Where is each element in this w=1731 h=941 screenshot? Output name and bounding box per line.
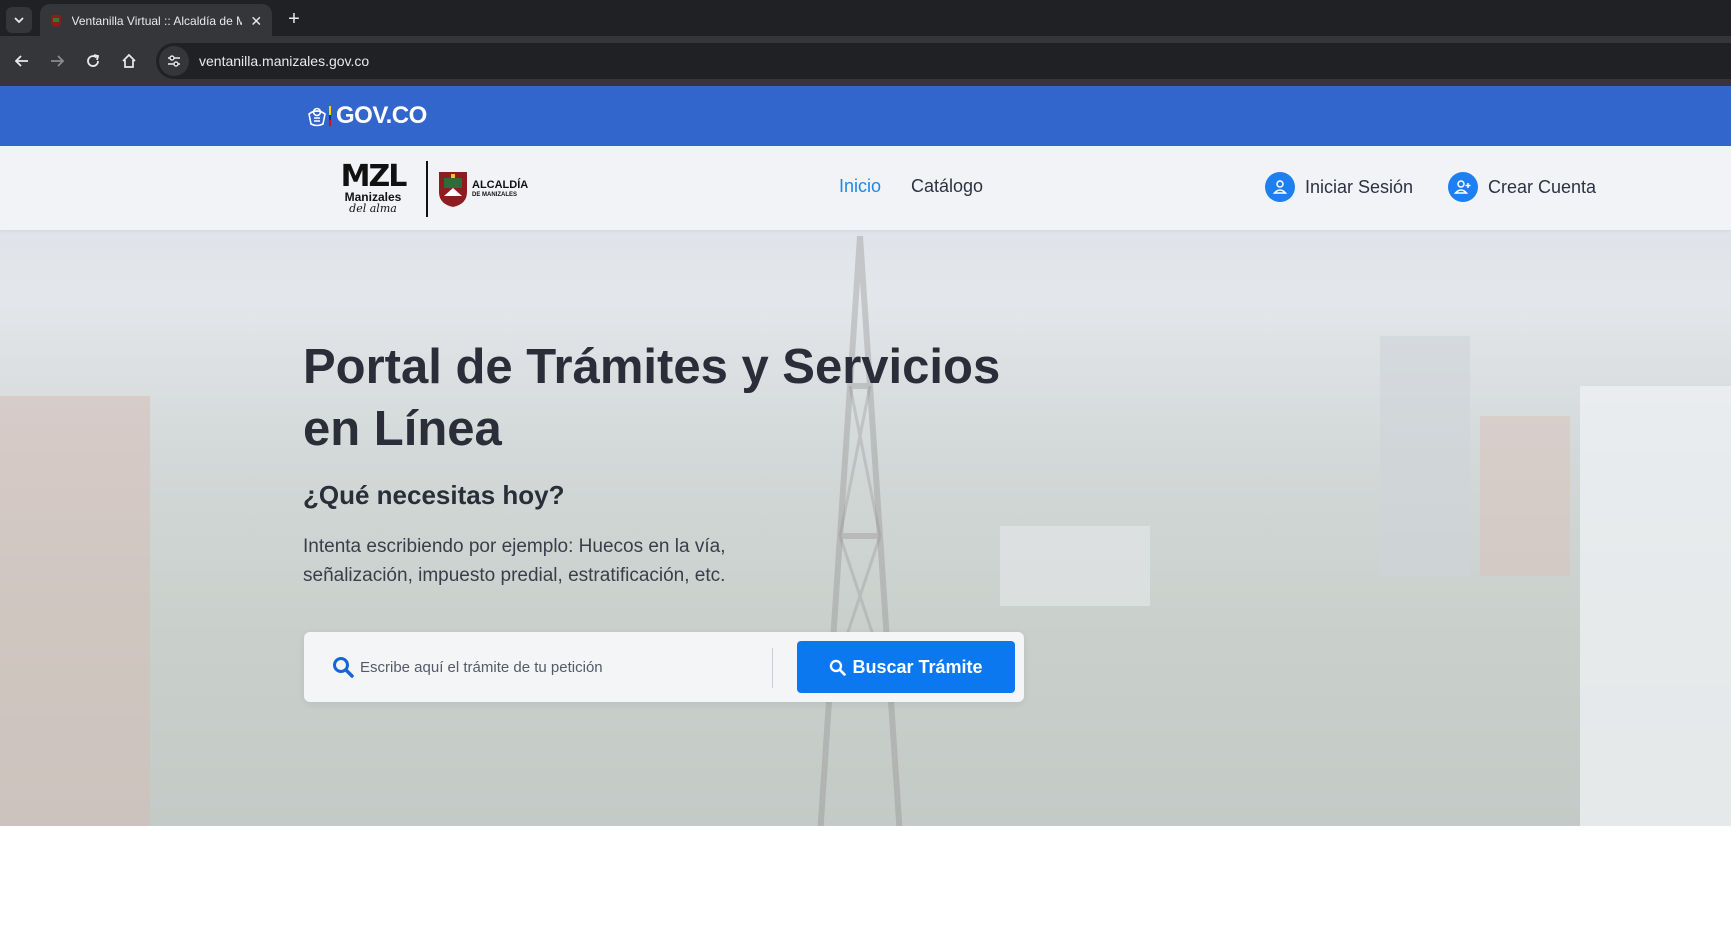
chevron-down-icon <box>14 17 24 24</box>
home-icon <box>122 53 136 68</box>
login-button[interactable]: Iniciar Sesión <box>1265 172 1413 202</box>
site-logo[interactable]: MZL Manizales del alma ALCALDÍA DE MANIZ… <box>330 160 530 218</box>
hero-subtitle: ¿Qué necesitas hoy? <box>303 480 565 510</box>
url-text: ventanilla.manizales.gov.co <box>199 53 370 69</box>
alcaldia-logo-text: ALCALDÍA DE MANIZALES <box>472 179 528 199</box>
background-building <box>1380 336 1470 576</box>
back-button[interactable] <box>10 49 34 73</box>
colombia-coat-of-arms-icon <box>308 107 326 127</box>
new-tab-button[interactable]: + <box>282 8 306 32</box>
alcaldia-line1: ALCALDÍA <box>472 179 529 191</box>
hero-description: Intenta escribiendo por ejemplo: Huecos … <box>303 536 726 586</box>
browser-tab-bar: Ventanilla Virtual :: Alcaldía de Maniza… <box>0 0 1731 38</box>
gov-logo-text: GOV.CO <box>336 102 427 129</box>
site-info-button[interactable] <box>159 46 189 76</box>
gov-bar: GOV.CO <box>0 86 1731 146</box>
gov-logo[interactable]: GOV.CO <box>306 102 427 130</box>
background-tower-image <box>817 236 903 826</box>
logo-divider <box>426 161 428 217</box>
register-button[interactable]: Crear Cuenta <box>1448 172 1596 202</box>
background-building <box>0 396 150 826</box>
background-building <box>1000 526 1150 606</box>
tab-title: Ventanilla Virtual :: Alcaldía de Maniza… <box>71 14 243 28</box>
nav-link-catalogo[interactable]: Catálogo <box>911 176 983 197</box>
search-icon <box>333 657 354 678</box>
search-divider <box>772 648 773 688</box>
arrow-right-icon <box>51 55 65 67</box>
browser-toolbar: ventanilla.manizales.gov.co <box>0 36 1731 86</box>
arrow-left-icon <box>14 55 28 67</box>
home-button[interactable] <box>117 49 141 73</box>
search-box: Buscar Trámite <box>304 632 1024 702</box>
nav-link-inicio[interactable]: Inicio <box>839 176 881 197</box>
tab-search-button[interactable] <box>6 7 32 33</box>
background-building <box>1480 416 1570 576</box>
user-icon <box>1265 172 1295 202</box>
address-bar[interactable]: ventanilla.manizales.gov.co <box>156 43 1731 79</box>
site-favicon-icon <box>48 13 64 29</box>
reload-button[interactable] <box>81 49 105 73</box>
login-label: Iniciar Sesión <box>1305 176 1414 197</box>
mzl-logo: MZL Manizales del alma <box>330 159 416 215</box>
reload-icon <box>87 54 100 67</box>
search-input[interactable] <box>360 650 760 684</box>
mzl-logo-text: MZL <box>340 159 408 194</box>
search-icon <box>830 659 847 676</box>
tab-close-icon[interactable]: ✕ <box>248 13 264 30</box>
register-label: Crear Cuenta <box>1488 176 1597 197</box>
search-button-label: Buscar Trámite <box>852 656 983 677</box>
tune-icon <box>168 55 180 67</box>
alcaldia-line2: DE MANIZALES <box>472 192 517 198</box>
browser-tab[interactable]: Ventanilla Virtual :: Alcaldía de Maniza… <box>40 4 272 38</box>
forward-button[interactable] <box>45 49 69 73</box>
manizales-shield-icon <box>439 172 467 207</box>
hero-section: MZL Manizales del alma ALCALDÍA DE MANIZ… <box>0 146 1731 826</box>
background-building <box>1580 386 1731 826</box>
flag-stripe-icon <box>329 106 331 126</box>
page-title: Portal de Trámites y Servicios en Línea <box>303 340 1001 456</box>
user-plus-icon <box>1448 172 1478 202</box>
site-header: MZL Manizales del alma ALCALDÍA DE MANIZ… <box>0 146 1731 230</box>
mzl-logo-script: del alma <box>349 202 397 215</box>
search-button[interactable]: Buscar Trámite <box>797 641 1015 693</box>
